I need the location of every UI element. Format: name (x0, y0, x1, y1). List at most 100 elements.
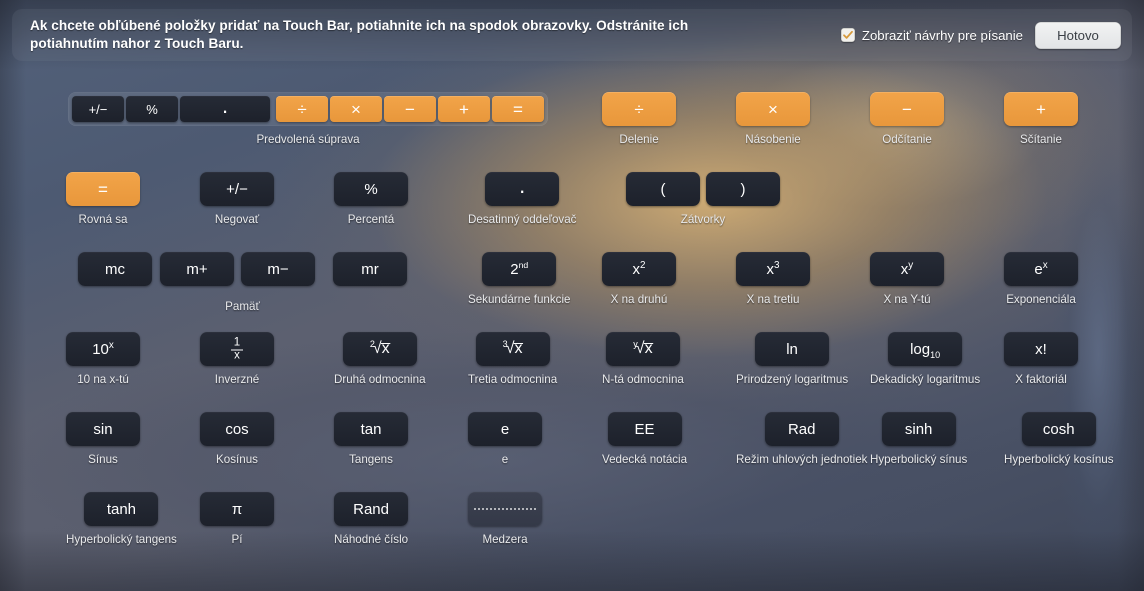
parentheses-item[interactable]: ( ) Zátvorky (626, 172, 780, 226)
default-add-key[interactable]: + (438, 96, 490, 122)
inverse-key[interactable]: 1x (200, 332, 274, 366)
percent-key[interactable]: % (334, 172, 408, 206)
space-item[interactable]: Medzera (468, 492, 542, 546)
scientific-notation-item[interactable]: EE Vedecká notácia (602, 412, 687, 466)
angle-unit-mode-item[interactable]: Rad Režim uhlových jednotiek (736, 412, 867, 466)
default-divide-key[interactable]: ÷ (276, 96, 328, 122)
nth-root-key[interactable]: y √x̅ (605, 332, 680, 366)
square-root-key[interactable]: 2 √x̅ (342, 332, 417, 366)
default-decimal-key[interactable]: . (180, 95, 270, 122)
memory-recall-key[interactable]: mr (333, 252, 407, 286)
x-squared-item[interactable]: x2 X na druhú (602, 252, 676, 306)
memory-subtract-item[interactable]: m− (241, 252, 315, 286)
memory-add-key[interactable]: m+ (160, 252, 234, 286)
close-paren-key[interactable]: ) (706, 172, 780, 206)
euler-e-key[interactable]: e (468, 412, 542, 446)
second-functions-item[interactable]: 2nd Sekundárne funkcie (468, 252, 570, 306)
ten-to-the-x-item[interactable]: 10x 10 na x-tú (66, 332, 140, 386)
multiply-key[interactable]: × (736, 92, 810, 126)
x-cubed-caption: X na tretiu (746, 293, 800, 306)
default-multiply-key[interactable]: × (330, 96, 382, 122)
cosine-key[interactable]: cos (200, 412, 274, 446)
divide-key[interactable]: ÷ (602, 92, 676, 126)
typing-suggestions-checkbox[interactable] (840, 28, 855, 42)
log-base-10-key[interactable]: log10 (888, 332, 963, 366)
percent-item[interactable]: % Percentá (334, 172, 408, 226)
cube-root-key[interactable]: 3 √x̅ (475, 332, 550, 366)
cosine-caption: Kosínus (216, 453, 258, 466)
x-cubed-key[interactable]: x3 (736, 252, 810, 286)
pi-key[interactable]: π (200, 492, 274, 526)
memory-subtract-key[interactable]: m− (241, 252, 315, 286)
ten-to-the-x-key[interactable]: 10x (66, 332, 140, 366)
decimal-separator-key[interactable]: . (485, 172, 560, 206)
subtract-item[interactable]: − Odčítanie (870, 92, 944, 146)
done-button[interactable]: Hotovo (1035, 21, 1121, 49)
ten-to-the-x-glyph: 10x (92, 339, 114, 358)
space-key[interactable] (468, 492, 542, 526)
memory-clear-glyph: mc (105, 260, 125, 278)
cosine-item[interactable]: cos Kosínus (200, 412, 274, 466)
hyperbolic-sine-item[interactable]: sinh Hyperbolický sínus (870, 412, 967, 466)
add-item[interactable]: + Sčítanie (1004, 92, 1078, 146)
add-key[interactable]: + (1004, 92, 1078, 126)
subtract-key[interactable]: − (870, 92, 944, 126)
x-to-the-y-key[interactable]: xy (870, 252, 944, 286)
random-number-key[interactable]: Rand (334, 492, 409, 526)
default-subtract-key[interactable]: − (384, 96, 436, 122)
equals-caption: Rovná sa (78, 213, 128, 226)
log-base-10-item[interactable]: log10 Dekadický logaritmus (870, 332, 980, 386)
typing-suggestions-checkbox-row[interactable]: Zobraziť návrhy pre písanie (840, 28, 1023, 43)
x-to-the-y-caption: X na Y-tú (883, 293, 931, 306)
memory-add-item[interactable]: m+ (160, 252, 234, 286)
memory-clear-item[interactable]: mc (78, 252, 152, 286)
nth-root-item[interactable]: y √x̅ N-tá odmocnina (602, 332, 684, 386)
default-set-tray[interactable]: +/− % . ÷ × − + = (68, 92, 548, 126)
memory-group-caption: Pamäť (225, 300, 260, 313)
default-set-dark-keys: +/− % . (72, 95, 270, 122)
multiply-item[interactable]: × Násobenie (736, 92, 810, 146)
natural-log-item[interactable]: ln Prirodzený logaritmus (736, 332, 848, 386)
hyperbolic-cosine-item[interactable]: cosh Hyperbolický kosínus (1004, 412, 1114, 466)
x-cubed-item[interactable]: x3 X na tretiu (736, 252, 810, 306)
cube-root-item[interactable]: 3 √x̅ Tretia odmocnina (468, 332, 557, 386)
default-percent-key[interactable]: % (126, 96, 178, 122)
scientific-notation-key[interactable]: EE (607, 412, 682, 446)
default-equals-key[interactable]: = (492, 96, 544, 122)
memory-clear-key[interactable]: mc (78, 252, 152, 286)
square-root-item[interactable]: 2 √x̅ Druhá odmocnina (334, 332, 426, 386)
sine-key[interactable]: sin (66, 412, 140, 446)
hyperbolic-tangent-key[interactable]: tanh (84, 492, 159, 526)
equals-key[interactable]: = (66, 172, 140, 206)
pi-item[interactable]: π Pí (200, 492, 274, 546)
x-squared-key[interactable]: x2 (602, 252, 676, 286)
tangent-key[interactable]: tan (334, 412, 408, 446)
second-functions-key[interactable]: 2nd (482, 252, 557, 286)
hyperbolic-tangent-item[interactable]: tanh Hyperbolický tangens (66, 492, 177, 546)
hyperbolic-cosine-key[interactable]: cosh (1021, 412, 1096, 446)
decimal-separator-item[interactable]: . Desatinný oddeľovač (468, 172, 576, 226)
memory-recall-item[interactable]: mr (333, 252, 407, 286)
hyperbolic-sine-key[interactable]: sinh (881, 412, 956, 446)
negate-item[interactable]: +/− Negovať (200, 172, 274, 226)
natural-log-key[interactable]: ln (755, 332, 830, 366)
inverse-item[interactable]: 1x Inverzné (200, 332, 274, 386)
random-number-item[interactable]: Rand Náhodné číslo (334, 492, 408, 546)
exponential-key[interactable]: ex (1004, 252, 1078, 286)
negate-key[interactable]: +/− (200, 172, 274, 206)
equals-item[interactable]: = Rovná sa (66, 172, 140, 226)
factorial-item[interactable]: x! X faktoriál (1004, 332, 1078, 386)
space-caption: Medzera (482, 533, 528, 546)
factorial-key[interactable]: x! (1004, 332, 1078, 366)
euler-e-item[interactable]: e e (468, 412, 542, 466)
x-to-the-y-item[interactable]: xy X na Y-tú (870, 252, 944, 306)
default-negate-key[interactable]: +/− (72, 96, 124, 122)
sine-item[interactable]: sin Sínus (66, 412, 140, 466)
default-set-group[interactable]: +/− % . ÷ × − + = Predvolená súprava (68, 92, 548, 146)
add-caption: Sčítanie (1020, 133, 1062, 146)
open-paren-key[interactable]: ( (626, 172, 700, 206)
exponential-item[interactable]: ex Exponenciála (1004, 252, 1078, 306)
divide-item[interactable]: ÷ Delenie (602, 92, 676, 146)
angle-unit-mode-key[interactable]: Rad (764, 412, 839, 446)
tangent-item[interactable]: tan Tangens (334, 412, 408, 466)
